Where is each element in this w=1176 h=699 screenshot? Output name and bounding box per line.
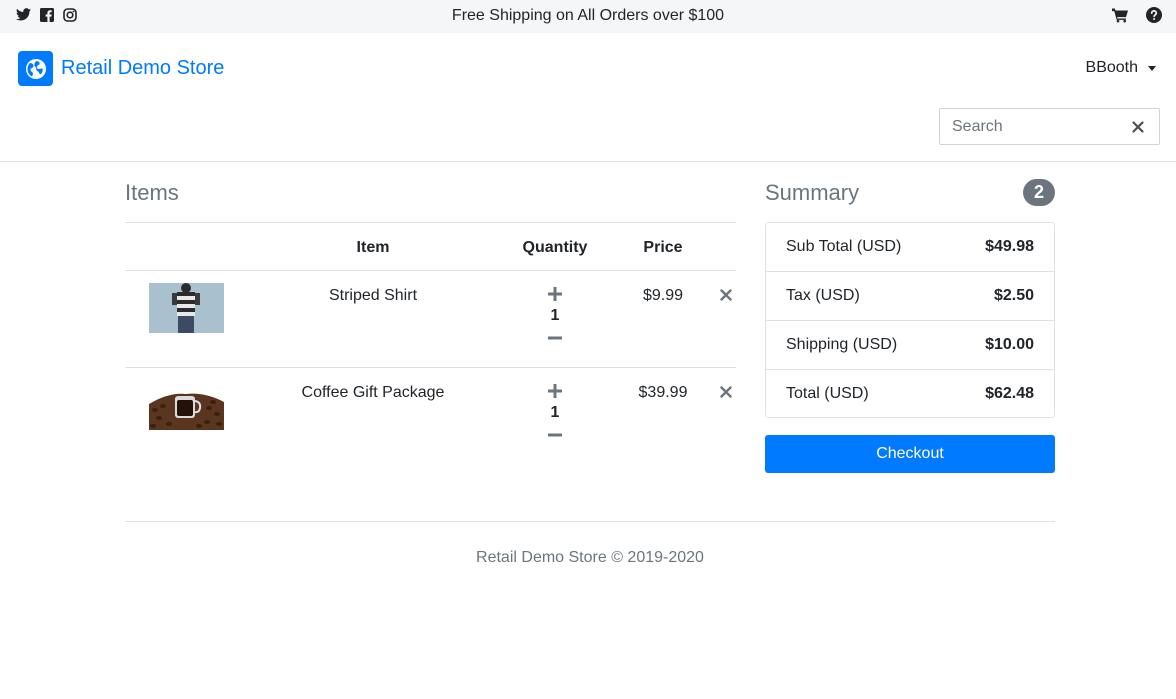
brand-name: Retail Demo Store	[61, 57, 225, 79]
summary-label: Tax (USD)	[786, 287, 860, 304]
summary-label: Sub Total (USD)	[786, 238, 902, 255]
summary-row-subtotal: Sub Total (USD) $49.98	[766, 223, 1054, 272]
quantity-stepper: 1	[535, 382, 575, 444]
search-box	[939, 108, 1160, 145]
plus-icon[interactable]	[546, 382, 564, 400]
summary-row-shipping: Shipping (USD) $10.00	[766, 321, 1054, 370]
coffee-gift-thumbnail[interactable]	[149, 380, 224, 430]
table-header: Item Quantity Price	[125, 222, 736, 271]
caret-down-icon	[1148, 65, 1156, 71]
item-count-badge: 2	[1023, 179, 1055, 206]
quantity-stepper: 1	[535, 285, 575, 347]
table-row: Striped Shirt 1 $9.99	[125, 271, 736, 368]
summary-label: Shipping (USD)	[786, 336, 898, 353]
item-name[interactable]: Coffee Gift Package	[293, 384, 453, 402]
site-header: Retail Demo Store BBooth	[0, 33, 1176, 162]
summary-row-tax: Tax (USD) $2.50	[766, 272, 1054, 321]
footer-divider	[125, 521, 1055, 522]
summary-value: $62.48	[985, 384, 1034, 402]
summary-value: $49.98	[985, 238, 1034, 255]
promo-banner: Free Shipping on All Orders over $100	[451, 7, 725, 24]
summary-value: $2.50	[993, 287, 1034, 304]
item-price: $39.99	[638, 384, 688, 401]
plus-icon[interactable]	[546, 285, 564, 303]
close-icon[interactable]	[719, 288, 733, 302]
user-menu-dropdown[interactable]: BBooth	[1086, 59, 1156, 77]
column-header-quantity: Quantity	[522, 239, 588, 256]
topbar-actions	[1112, 7, 1162, 23]
striped-shirt-thumbnail[interactable]	[149, 283, 224, 333]
close-icon[interactable]	[1131, 120, 1145, 134]
search-input[interactable]	[940, 111, 1120, 142]
cart-icon[interactable]	[1112, 7, 1128, 23]
column-header-price: Price	[643, 239, 683, 256]
checkout-button[interactable]: Checkout	[765, 435, 1055, 473]
summary-value: $10.00	[985, 336, 1034, 353]
column-header-item: Item	[356, 239, 390, 256]
summary-card: Sub Total (USD) $49.98 Tax (USD) $2.50 S…	[765, 222, 1055, 418]
footer-copyright: Retail Demo Store © 2019-2020	[476, 549, 704, 566]
help-icon[interactable]	[1146, 7, 1162, 23]
table-row: Coffee Gift Package 1 $39.99	[125, 368, 736, 465]
minus-icon[interactable]	[546, 329, 564, 347]
items-heading: Items	[125, 180, 179, 205]
summary-row-total: Total (USD) $62.48	[766, 370, 1054, 417]
quantity-value: 1	[550, 307, 560, 324]
globe-icon	[18, 51, 53, 86]
brand-link[interactable]: Retail Demo Store	[18, 51, 224, 86]
summary-heading: Summary	[765, 180, 860, 205]
summary-label: Total (USD)	[786, 384, 869, 402]
top-bar: Free Shipping on All Orders over $100	[0, 0, 1176, 33]
item-price: $9.99	[642, 287, 684, 304]
close-icon[interactable]	[719, 385, 733, 399]
quantity-value: 1	[550, 404, 560, 421]
minus-icon[interactable]	[546, 426, 564, 444]
cart-items-table: Item Quantity Price Striped Shirt 1 $9.9…	[125, 222, 736, 465]
user-name: BBooth	[1085, 59, 1138, 76]
item-name[interactable]: Striped Shirt	[293, 287, 453, 305]
